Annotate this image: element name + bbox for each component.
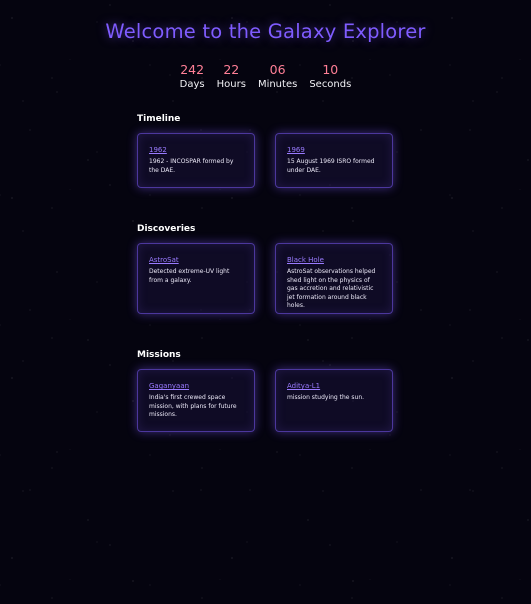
discovery-text-black-hole: AstroSat observations helped shed light …: [287, 268, 376, 309]
timeline-text-1969: 15 August 1969 ISRO formed under DAE.: [287, 158, 375, 174]
timeline-text-1962: 1962 - INCOSPAR formed by the DAE.: [149, 158, 234, 174]
mission-text-aditya-l1: mission studying the sun.: [287, 394, 365, 401]
section-title-timeline: Timeline: [137, 114, 181, 124]
discovery-text-astrosat: Detected extreme-UV light from a galaxy.: [149, 268, 230, 284]
countdown-days-value: 242: [180, 62, 205, 77]
countdown-timer: 242 Days 22 Hours 06 Minutes 10 Seconds: [0, 62, 531, 92]
countdown-minutes-value: 06: [269, 62, 286, 77]
timeline-card-1969: 1969 15 August 1969 ISRO formed under DA…: [275, 133, 393, 188]
countdown-hours-value: 22: [223, 62, 240, 77]
discovery-link-astrosat[interactable]: AstroSat: [149, 256, 243, 265]
countdown-seconds-value: 10: [322, 62, 339, 77]
countdown-minutes-label: Minutes: [257, 79, 298, 90]
countdown-minutes: 06 Minutes: [258, 62, 297, 92]
mission-card-gaganyaan: Gaganyaan India's first crewed space mis…: [137, 369, 255, 432]
mission-card-aditya-l1: Aditya-L1 mission studying the sun.: [275, 369, 393, 432]
mission-link-aditya-l1[interactable]: Aditya-L1: [287, 382, 381, 391]
timeline-link-1962[interactable]: 1962: [149, 146, 243, 155]
mission-link-gaganyaan[interactable]: Gaganyaan: [149, 382, 243, 391]
discovery-card-black-hole: Black Hole AstroSat observations helped …: [275, 243, 393, 314]
countdown-hours-label: Hours: [216, 79, 246, 90]
discovery-link-black-hole[interactable]: Black Hole: [287, 256, 381, 265]
countdown-seconds: 10 Seconds: [309, 62, 351, 92]
discovery-card-astrosat: AstroSat Detected extreme-UV light from …: [137, 243, 255, 314]
section-title-missions: Missions: [137, 350, 181, 360]
countdown-seconds-label: Seconds: [309, 79, 352, 90]
countdown-hours: 22 Hours: [217, 62, 246, 92]
page-title: Welcome to the Galaxy Explorer: [105, 20, 426, 43]
timeline-link-1969[interactable]: 1969: [287, 146, 381, 155]
mission-text-gaganyaan: India's first crewed space mission, with…: [149, 394, 237, 418]
timeline-card-1962: 1962 1962 - INCOSPAR formed by the DAE.: [137, 133, 255, 188]
countdown-days-label: Days: [179, 79, 205, 90]
countdown-days: 242 Days: [180, 62, 205, 92]
section-title-discoveries: Discoveries: [137, 224, 196, 234]
